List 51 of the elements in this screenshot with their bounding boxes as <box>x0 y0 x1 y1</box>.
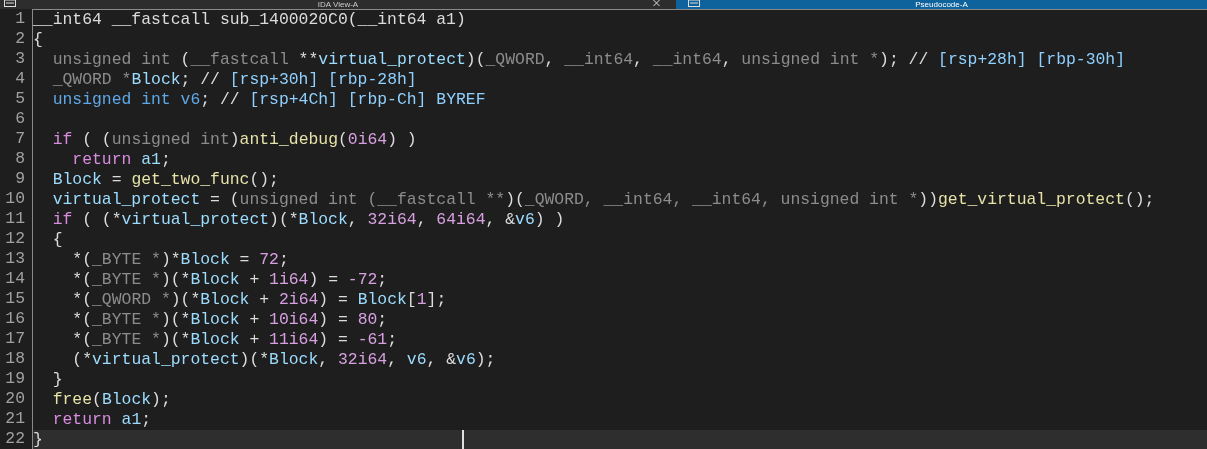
code-line: unsigned int (__fastcall **virtual_protect)(_QWORD, __int64, __int64, unsigned int *); // [rsp+28h] [rbp-30h] <box>51 50 1125 69</box>
line-number: 15 <box>5 289 25 308</box>
code-line: free(Block); <box>51 390 171 409</box>
line-number: 1 <box>15 9 25 28</box>
line-number: 3 <box>15 49 25 68</box>
tab[interactable]: IDA View-A <box>0 0 676 9</box>
code-line: *(_BYTE *)*Block = 72; <box>71 250 289 269</box>
code-line: return a1; <box>71 150 171 169</box>
code-line: *(_BYTE *)(*Block + 10i64) = 80; <box>71 310 388 329</box>
text-cursor <box>462 430 464 449</box>
line-number: 12 <box>5 229 25 248</box>
code-line: *(_BYTE *)(*Block + 11i64) = -61; <box>71 330 397 349</box>
line-number: 10 <box>5 189 25 208</box>
code-line: return a1; <box>51 410 152 429</box>
code-line: Block = get_two_func(); <box>51 170 279 189</box>
tab-label: Pseudocode-A <box>915 0 968 9</box>
code-line: } <box>51 370 63 389</box>
line-number: 2 <box>15 29 25 48</box>
line-number: 22 <box>5 429 25 448</box>
line-number: 20 <box>5 389 25 408</box>
line-number: 19 <box>5 369 25 388</box>
code-line: _QWORD *Block; // [rsp+30h] [rbp-28h] <box>51 70 417 89</box>
code-line: if ( (unsigned int)anti_debug(0i64) ) <box>51 130 417 149</box>
code-line: (*virtual_protect)(*Block, 32i64, v6, &v6); <box>71 350 496 369</box>
code-line: unsigned int v6; // [rsp+4Ch] [rbp-Ch] BYREF <box>51 90 486 109</box>
line-number: 6 <box>15 109 25 128</box>
line-number: 18 <box>5 349 25 368</box>
code-line: } <box>33 430 43 449</box>
line-number: 16 <box>5 309 25 328</box>
document-icon <box>688 0 700 7</box>
line-number: 13 <box>5 249 25 268</box>
code-line: *(_QWORD *)(*Block + 2i64) = Block[1]; <box>71 290 447 309</box>
line-number: 5 <box>15 89 25 108</box>
tab[interactable]: Pseudocode-A <box>676 0 1207 9</box>
line-number: 4 <box>15 69 25 88</box>
document-icon <box>4 0 16 7</box>
code-line: { <box>33 30 43 49</box>
line-number: 11 <box>5 209 25 228</box>
tab-label: IDA View-A <box>317 0 359 9</box>
line-number: 21 <box>5 409 25 428</box>
line-number: 14 <box>5 269 25 288</box>
line-number: 7 <box>15 129 25 148</box>
code-line: *(_BYTE *)(*Block + 1i64) = -72; <box>71 270 388 289</box>
line-number: 9 <box>15 169 25 188</box>
line-number: 17 <box>5 329 25 348</box>
code-line: if ( (*virtual_protect)(*Block, 32i64, 64i64, &v6) ) <box>51 210 565 229</box>
close-icon[interactable] <box>653 0 660 6</box>
line-number: 8 <box>15 149 25 168</box>
code-line: __int64 __fastcall sub_1400020C0(__int64 a1) <box>33 10 466 29</box>
code-line: { <box>51 230 63 249</box>
code-line: virtual_protect = (unsigned int (__fastcall **)(_QWORD, __int64, __int64, unsigned int *))get_virtual_protect(); <box>51 190 1155 209</box>
